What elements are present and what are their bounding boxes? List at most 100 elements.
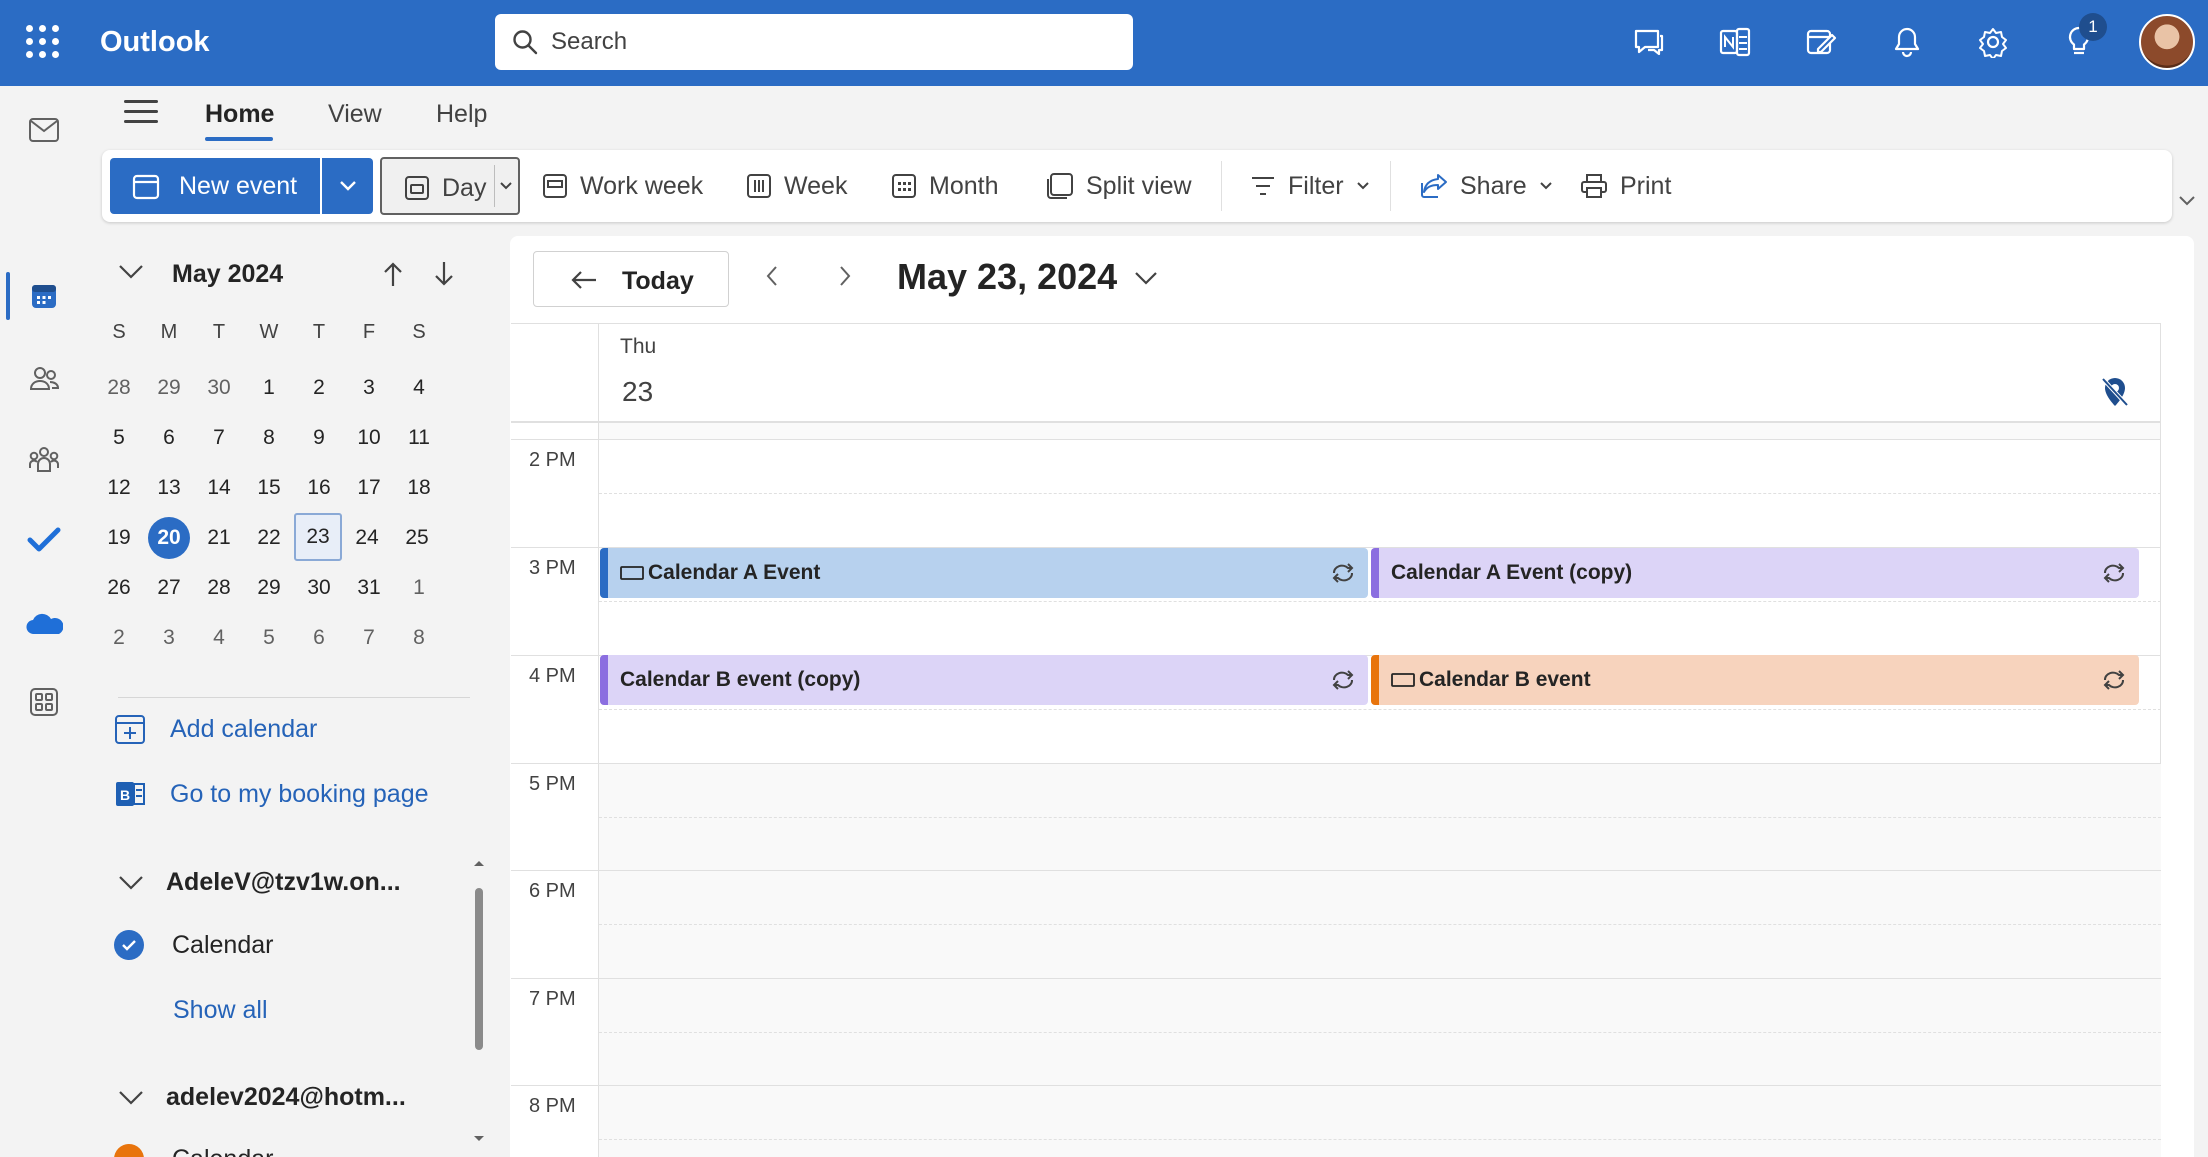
date-cell[interactable]: 30: [294, 563, 344, 613]
date-cell[interactable]: 27: [144, 563, 194, 613]
calendar-toggle-row-2[interactable]: Calendar: [114, 1144, 273, 1157]
filter-button[interactable]: Filter: [1250, 158, 1370, 214]
date-cell[interactable]: 22: [244, 513, 294, 563]
date-cell[interactable]: 7: [194, 413, 244, 463]
current-date-title[interactable]: May 23, 2024: [897, 256, 1117, 298]
scroll-down-icon[interactable]: [472, 1134, 486, 1144]
people-icon[interactable]: [20, 354, 68, 402]
todo-icon[interactable]: [20, 516, 68, 564]
date-cell[interactable]: 17: [344, 463, 394, 513]
date-cell[interactable]: 9: [294, 413, 344, 463]
date-cell[interactable]: 3: [344, 363, 394, 413]
app-launcher-icon[interactable]: [26, 25, 60, 59]
date-cell[interactable]: 3: [144, 613, 194, 663]
date-cell[interactable]: 6: [144, 413, 194, 463]
work-week-button[interactable]: Work week: [542, 158, 703, 214]
date-cell[interactable]: 1: [244, 363, 294, 413]
week-button[interactable]: Week: [746, 158, 847, 214]
location-off-icon[interactable]: [2099, 375, 2131, 409]
search-input[interactable]: [551, 24, 1111, 60]
date-cell[interactable]: 13: [144, 463, 194, 513]
month-button[interactable]: Month: [891, 158, 998, 214]
date-cell[interactable]: 11: [394, 413, 444, 463]
hour-row[interactable]: 6 PM: [511, 870, 2161, 978]
date-cell-selected[interactable]: 23: [294, 513, 342, 561]
calendar-toggle-row[interactable]: Calendar: [114, 930, 273, 960]
tab-view[interactable]: View: [328, 100, 382, 129]
teams-chat-icon[interactable]: [1629, 22, 1669, 62]
show-all-link[interactable]: Show all: [173, 996, 268, 1025]
share-button[interactable]: Share: [1420, 158, 1553, 214]
calendar-event[interactable]: Calendar B event: [1371, 655, 2139, 705]
tab-home[interactable]: Home: [205, 100, 274, 129]
date-cell[interactable]: 31: [344, 563, 394, 613]
date-cell[interactable]: 5: [244, 613, 294, 663]
checkmark-icon[interactable]: [114, 930, 144, 960]
date-cell[interactable]: 24: [342, 513, 392, 563]
add-calendar-link[interactable]: Add calendar: [114, 713, 317, 745]
date-cell[interactable]: 8: [244, 413, 294, 463]
calendar-color-dot[interactable]: [114, 1144, 144, 1157]
date-cell[interactable]: 30: [194, 363, 244, 413]
arrow-down-icon[interactable]: [433, 260, 455, 288]
date-cell[interactable]: 10: [344, 413, 394, 463]
date-cell[interactable]: 29: [244, 563, 294, 613]
date-cell[interactable]: 25: [392, 513, 442, 563]
date-cell[interactable]: 29: [144, 363, 194, 413]
date-cell[interactable]: 18: [394, 463, 444, 513]
onenote-icon[interactable]: [1715, 22, 1755, 62]
hour-row[interactable]: 2 PM: [511, 439, 2161, 547]
calendar-event[interactable]: Calendar A Event: [600, 548, 1368, 598]
date-cell-today[interactable]: 20: [144, 513, 194, 563]
date-cell[interactable]: 16: [294, 463, 344, 513]
search-box[interactable]: [495, 14, 1133, 70]
date-cell[interactable]: 2: [94, 613, 144, 663]
bell-icon[interactable]: [1887, 22, 1927, 62]
account-group-2[interactable]: adelev2024@hotm...: [118, 1083, 406, 1112]
date-cell[interactable]: 4: [194, 613, 244, 663]
print-button[interactable]: Print: [1580, 158, 1671, 214]
hour-row[interactable]: 7 PM: [511, 978, 2161, 1086]
more-apps-icon[interactable]: [20, 678, 68, 726]
account-group-1[interactable]: AdeleV@tzv1w.on...: [118, 868, 401, 897]
date-cell[interactable]: 4: [394, 363, 444, 413]
my-day-icon[interactable]: [1801, 22, 1841, 62]
calendar-event[interactable]: Calendar B event (copy): [600, 655, 1368, 705]
date-cell[interactable]: 19: [94, 513, 144, 563]
chevron-right-icon[interactable]: [838, 265, 852, 287]
mail-icon[interactable]: [20, 106, 68, 154]
split-view-button[interactable]: Split view: [1046, 158, 1192, 214]
new-event-dropdown[interactable]: [322, 158, 373, 214]
gear-icon[interactable]: [1973, 22, 2013, 62]
date-cell[interactable]: 15: [244, 463, 294, 513]
avatar[interactable]: [2139, 14, 2195, 70]
app-title[interactable]: Outlook: [100, 26, 210, 59]
today-button[interactable]: Today: [533, 251, 729, 307]
mini-calendar-title[interactable]: May 2024: [172, 260, 283, 289]
new-event-button[interactable]: New event: [110, 158, 320, 214]
arrow-up-icon[interactable]: [382, 260, 404, 288]
hour-row[interactable]: 5 PM: [511, 763, 2161, 871]
date-cell[interactable]: 26: [94, 563, 144, 613]
chevron-down-icon[interactable]: [118, 264, 144, 280]
date-cell[interactable]: 1: [394, 563, 444, 613]
calendar-icon[interactable]: [20, 272, 68, 320]
date-cell[interactable]: 21: [194, 513, 244, 563]
date-cell[interactable]: 6: [294, 613, 344, 663]
calendar-event[interactable]: Calendar A Event (copy): [1371, 548, 2139, 598]
tab-help[interactable]: Help: [436, 100, 487, 129]
date-cell[interactable]: 5: [94, 413, 144, 463]
ribbon-expand-icon[interactable]: [2178, 195, 2196, 207]
day-view-button[interactable]: Day: [380, 157, 520, 215]
chevron-left-icon[interactable]: [765, 265, 779, 287]
hour-row[interactable]: 8 PM: [511, 1085, 2161, 1157]
all-day-area[interactable]: [599, 423, 2160, 439]
date-cell[interactable]: 28: [194, 563, 244, 613]
hamburger-menu-icon[interactable]: [124, 100, 158, 130]
date-cell[interactable]: 7: [344, 613, 394, 663]
day-number[interactable]: 23: [622, 376, 653, 408]
date-cell[interactable]: 12: [94, 463, 144, 513]
groups-icon[interactable]: [20, 436, 68, 484]
onedrive-icon[interactable]: [20, 600, 68, 648]
sidebar-scrollbar[interactable]: [475, 888, 483, 1050]
